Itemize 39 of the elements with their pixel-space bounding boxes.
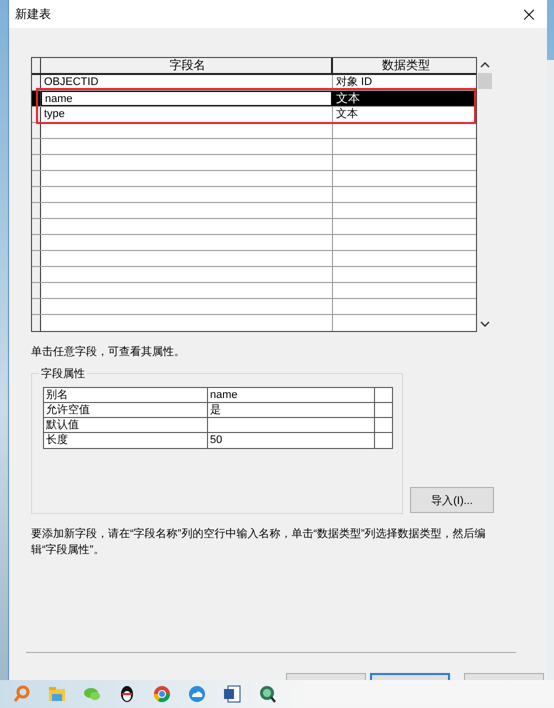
- browser-icon[interactable]: [152, 684, 172, 704]
- dialog-button[interactable]: [370, 673, 450, 680]
- table-cell: 长度: [44, 433, 208, 448]
- scroll-down-icon[interactable]: [480, 320, 490, 328]
- row-selector[interactable]: [32, 235, 41, 250]
- table-cell: 允许空值: [44, 403, 208, 417]
- table-cell[interactable]: 文本: [333, 107, 476, 122]
- table-cell: 默认值: [44, 418, 208, 432]
- scroll-thumb[interactable]: [478, 73, 492, 89]
- row-selector[interactable]: [32, 139, 41, 154]
- table-cell[interactable]: name: [41, 91, 333, 106]
- row-selector[interactable]: [32, 283, 41, 298]
- table-cell[interactable]: 文本: [333, 91, 476, 106]
- instructions-text: 要添加新字段，请在“字段名称”列的空行中输入名称，单击“数据类型”列选择数据类型，然后编辑“字段属性”。: [31, 526, 487, 558]
- cloud-icon[interactable]: [187, 684, 207, 704]
- document-icon[interactable]: [222, 684, 242, 704]
- table-cell[interactable]: 是: [208, 403, 375, 417]
- window-title: 新建表: [15, 6, 51, 22]
- table-cell[interactable]: 对象 ID: [333, 75, 476, 90]
- hint-text: 单击任意字段，可查看其属性。: [31, 344, 186, 359]
- scroll-up-icon[interactable]: [480, 61, 490, 69]
- row-selector[interactable]: [32, 123, 41, 138]
- row-selector[interactable]: [32, 187, 41, 202]
- table-cell[interactable]: 50: [208, 433, 375, 448]
- table-cell[interactable]: type: [41, 107, 333, 122]
- table-cell[interactable]: OBJECTID: [41, 75, 333, 90]
- row-selector[interactable]: [32, 299, 41, 314]
- row-selector[interactable]: [32, 171, 41, 186]
- row-selector[interactable]: [32, 75, 41, 90]
- row-selector[interactable]: [32, 203, 41, 218]
- row-selector[interactable]: [32, 219, 41, 234]
- group-title: 字段属性: [39, 366, 87, 381]
- table-cell: 别名: [44, 388, 208, 402]
- table-cell[interactable]: name: [208, 388, 375, 402]
- row-selector[interactable]: [32, 155, 41, 170]
- row-selector[interactable]: [32, 267, 41, 282]
- row-selector[interactable]: [32, 315, 41, 331]
- row-selector[interactable]: [32, 251, 41, 266]
- import-button[interactable]: 导入(I)...: [410, 487, 494, 513]
